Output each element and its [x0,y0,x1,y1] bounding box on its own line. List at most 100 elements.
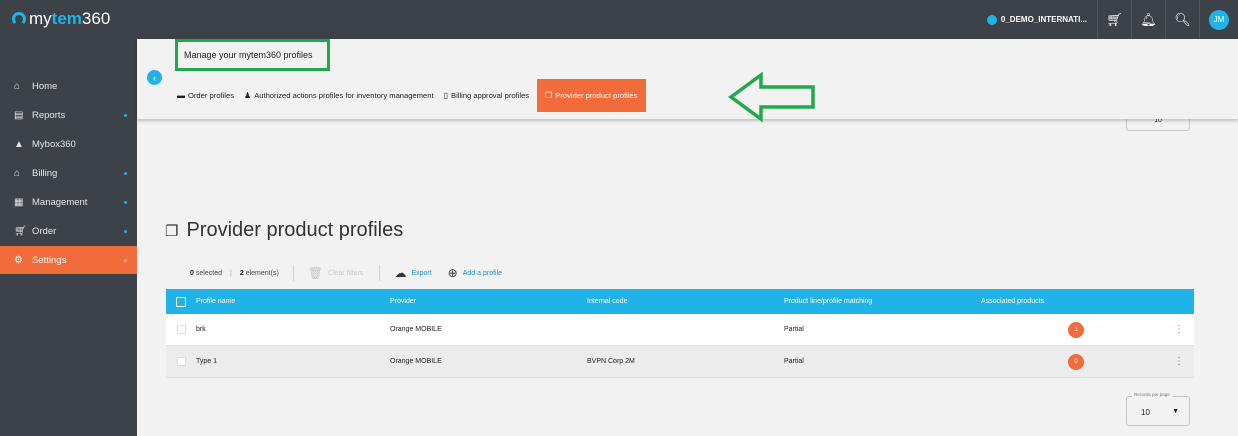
top-bar: my tem 360 0_DEMO_INTERNATI... 🛒︎ 🔔︎ 🔍︎ JM [0,0,1238,39]
clear-filters-button[interactable]: 🗑︎ Clear filters [308,266,364,280]
settings-icon: ⚙ [14,254,23,266]
sidebar-item-label: Home [32,80,58,92]
users-icon: ♟ [244,91,252,100]
profiles-table: Profile name Provider Internal code Prod… [166,289,1194,378]
cloud-download-icon: ☁ [394,266,407,280]
tab-order-profiles[interactable]: ▬ Order profiles [177,79,234,112]
account-name: 0_DEMO_INTERNATI... [1000,15,1087,24]
sidebar-item-order[interactable]: 🛒︎ Order [0,217,137,245]
associated-products-badge[interactable]: 1 [1068,321,1084,338]
row-checkbox[interactable] [176,357,186,366]
manage-profiles-title: Manage your mytem360 profiles [175,39,330,71]
row-menu-icon[interactable]: ⋮ [1171,356,1194,367]
sidebar-item-management[interactable]: ▦ Management [0,188,137,216]
avatar[interactable]: JM [1209,9,1229,30]
column-header[interactable]: Profile name [196,298,390,305]
element-label: element(s) [245,269,279,277]
page-title-text: Provider product profiles [186,219,404,241]
reports-icon: ▤ [14,109,24,121]
tab-label: Billing approval profiles [451,91,530,100]
tab-authorized-actions-profiles[interactable]: ♟ Authorized actions profiles for invento… [244,79,434,112]
export-button[interactable]: ☁ Export [394,266,431,280]
app-logo[interactable]: my tem 360 [12,9,110,29]
search-button[interactable]: 🔍︎ [1166,0,1200,39]
sidebar-item-home[interactable]: ⌂ Home [0,72,137,100]
plus-circle-icon: ⊕ [447,266,458,280]
add-profile-label: Add a profile [462,269,503,277]
home-icon: ⌂ [14,80,21,92]
sidebar-item-label: Reports [32,109,66,121]
document-icon: ▯ [443,91,448,100]
divider [292,265,294,281]
sidebar-item-label: Order [32,225,57,237]
cell-matching: Partial [784,326,804,333]
cell-internal-code: BVPN Corp 2M [587,358,635,365]
tab-provider-product-profiles[interactable]: ❐ Provider product profiles [537,79,646,112]
sidebar: ⌂ Home ▤ Reports ▲ Mybox360 ⌂ Billing ▦ Manag… [0,39,137,436]
sidebar-item-label: Management [32,196,88,208]
column-header[interactable]: Internal code [587,298,784,305]
account-selector[interactable]: 0_DEMO_INTERNATI... [977,0,1098,39]
expand-dot [124,114,127,117]
globe-icon [986,14,997,25]
records-per-page-label: Records per page [1132,392,1172,397]
table-row[interactable]: brk Orange MOBILE Partial 1 ⋮ [166,314,1194,346]
column-header[interactable]: Associated products [981,298,1171,305]
select-all-checkbox[interactable] [176,296,186,307]
logo-brand: tem [51,9,82,28]
cell-profile-name: brk [196,326,206,333]
row-checkbox[interactable] [176,325,186,334]
selected-count: 0 [190,269,194,277]
expand-dot [124,230,127,233]
column-header[interactable]: Product line/profile matching [784,298,981,305]
cell-profile-name: Type 1 [196,358,218,365]
highlight-arrow-icon [728,72,815,122]
profile-tabs: ▬ Order profiles ♟ Authorized actions prof… [177,79,656,112]
cart-button[interactable]: 🛒︎ [1098,0,1132,39]
bell-icon: 🔔︎ [1140,11,1157,27]
sidebar-item-label: Billing [32,167,58,179]
records-per-page-value: 10 [1141,408,1150,417]
cell-matching: Partial [784,358,804,365]
logo-suffix: 360 [81,9,111,28]
divider [379,265,381,281]
back-button[interactable]: ‹ [147,70,162,85]
main-content: ‹ Manage your mytem360 profiles ▬ Order p… [137,39,1238,436]
sidebar-item-settings[interactable]: ⚙ Settings [0,246,137,274]
sidebar-item-reports[interactable]: ▤ Reports [0,101,137,129]
clear-filters-label: Clear filters [328,269,364,277]
tab-label: Provider product profiles [555,91,638,100]
table-toolbar: 0 selected | 2 element(s) 🗑︎ Clear filters … [190,264,518,282]
search-icon: 🔍︎ [1174,11,1191,27]
divider: | [229,269,232,277]
expand-dot [124,259,127,262]
sidebar-item-billing[interactable]: ⌂ Billing [0,159,137,187]
order-profile-icon: ▬ [177,91,185,100]
expand-dot [124,172,127,175]
copy-icon: ❐ [545,91,553,100]
page-title: ❐ Provider product profiles [165,219,403,242]
tab-label: Authorized actions profiles for inventor… [254,91,434,100]
cart-icon: 🛒︎ [14,225,27,237]
cart-icon: 🛒︎ [1106,11,1123,27]
element-count: 2 [239,269,244,277]
profiles-header: ‹ Manage your mytem360 profiles ▬ Order p… [137,39,1238,119]
sidebar-item-label: Mybox360 [32,138,76,150]
table-row[interactable]: Type 1 Orange MOBILE BVPN Corp 2M Partia… [166,346,1194,378]
billing-icon: ⌂ [14,167,21,179]
add-profile-button[interactable]: ⊕ Add a profile [448,266,502,280]
tab-label: Order profiles [188,91,235,100]
trash-icon: 🗑︎ [307,266,324,280]
row-menu-icon[interactable]: ⋮ [1171,324,1194,335]
tab-billing-approval-profiles[interactable]: ▯ Billing approval profiles [444,79,530,112]
records-per-page-select[interactable]: Records per page 10 ▼ [1126,392,1190,426]
column-header[interactable]: Provider [390,298,587,305]
caret-down-icon: ▼ [1172,408,1179,415]
associated-products-badge[interactable]: 0 [1068,353,1084,370]
logo-prefix: my [29,9,52,28]
management-icon: ▦ [14,196,24,208]
logo-icon [12,12,26,26]
copy-icon: ❐ [165,222,179,240]
sidebar-item-mybox360[interactable]: ▲ Mybox360 [0,130,137,158]
notifications-button[interactable]: 🔔︎ [1132,0,1166,39]
